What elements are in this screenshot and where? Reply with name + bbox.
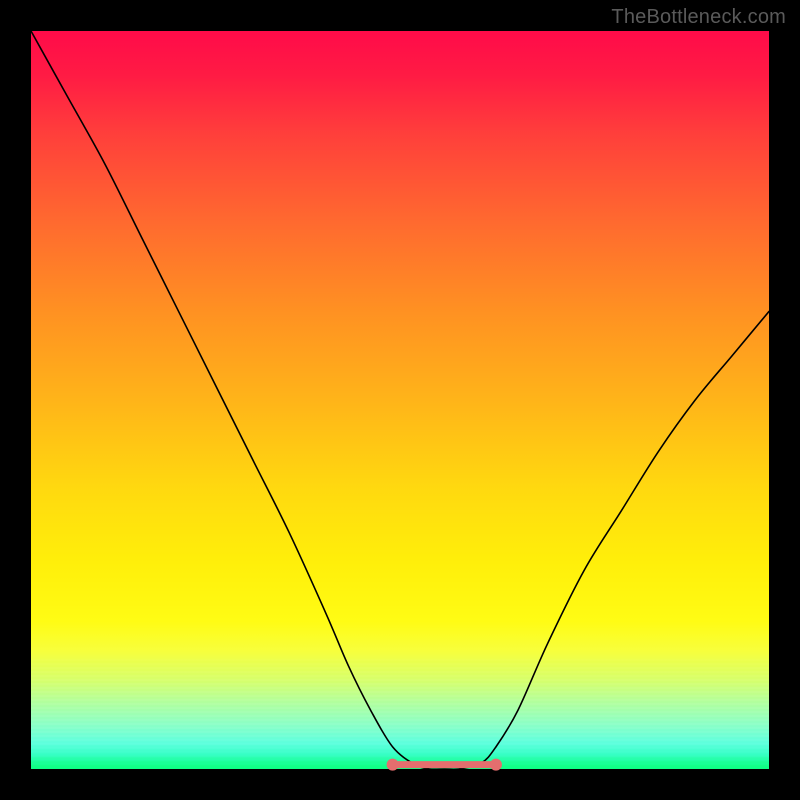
chart-frame: TheBottleneck.com bbox=[0, 0, 800, 800]
optimal-range-marker-right bbox=[490, 759, 502, 771]
watermark-text: TheBottleneck.com bbox=[611, 6, 786, 29]
bottleneck-curve-svg bbox=[31, 31, 769, 769]
optimal-range-marker-left bbox=[387, 759, 399, 771]
plot-area bbox=[31, 31, 769, 769]
bottleneck-curve bbox=[31, 31, 769, 769]
